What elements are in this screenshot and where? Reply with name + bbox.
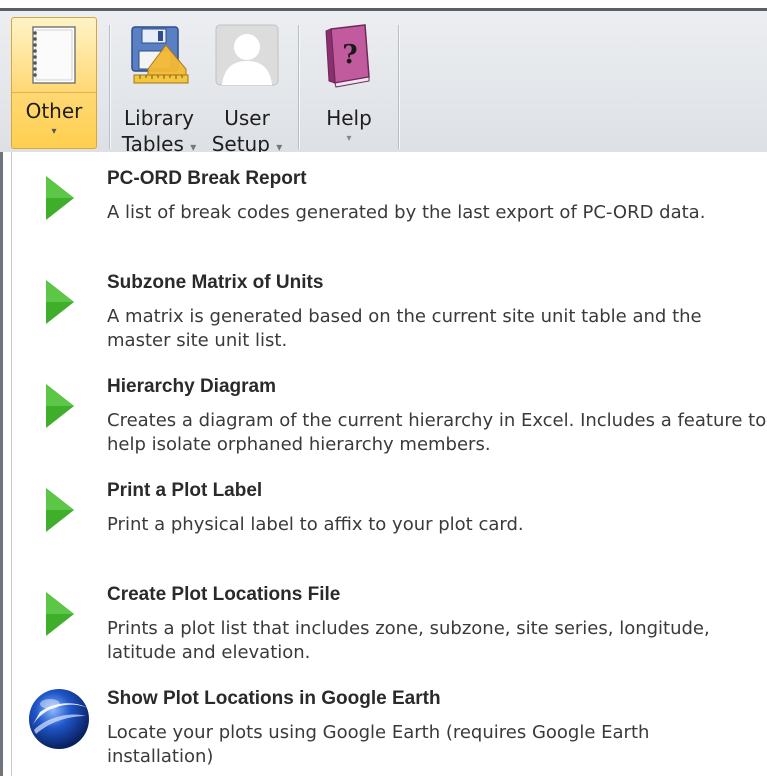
library-tables-label-line1: Library — [124, 106, 194, 130]
other-button[interactable]: Other ▾ — [11, 17, 97, 149]
user-silhouette-icon — [214, 23, 280, 91]
green-play-arrow-icon — [44, 590, 76, 642]
menu-item-title: PC-ORD Break Report — [107, 168, 307, 189]
menu-item-title: Show Plot Locations in Google Earth — [107, 688, 441, 709]
menu-item-title: Print a Plot Label — [107, 480, 263, 501]
menu-item-print-plot-label[interactable]: Print a Plot Label Print a physical labe… — [12, 480, 752, 570]
window-left-edge — [0, 152, 3, 776]
menu-item-create-plot-locations-file[interactable]: Create Plot Locations File Prints a plot… — [12, 584, 752, 674]
ribbon-separator — [298, 25, 299, 149]
menu-item-title: Hierarchy Diagram — [107, 376, 276, 397]
other-label: Other — [25, 99, 83, 123]
menu-item-description: Creates a diagram of the current hierarc… — [107, 410, 767, 455]
google-earth-icon — [26, 686, 92, 756]
green-play-arrow-icon — [44, 174, 76, 226]
green-play-arrow-icon — [44, 486, 76, 538]
menu-item-description: Prints a plot list that includes zone, s… — [107, 618, 710, 663]
menu-item-pc-ord-break-report[interactable]: PC-ORD Break Report A list of break code… — [12, 168, 752, 258]
floppy-ruler-icon — [126, 23, 192, 91]
help-book-icon: ? — [321, 23, 377, 93]
menu-item-hierarchy-diagram[interactable]: Hierarchy Diagram Creates a diagram of t… — [12, 376, 766, 466]
svg-text:?: ? — [342, 40, 357, 70]
menu-item-description: A list of break codes generated by the l… — [107, 202, 706, 223]
green-play-arrow-icon — [44, 382, 76, 434]
menu-item-description: Locate your plots using Google Earth (re… — [107, 722, 650, 767]
user-setup-label-line1: User — [224, 106, 270, 130]
user-setup-button[interactable]: User Setup ▾ — [204, 19, 290, 156]
library-tables-button[interactable]: Library Tables ▾ — [114, 19, 204, 156]
ribbon-separator — [109, 25, 110, 149]
menu-item-description: A matrix is generated based on the curre… — [107, 306, 702, 351]
menu-item-description: Print a physical label to affix to your … — [107, 514, 524, 535]
help-label: Help — [326, 106, 372, 130]
window-top-edge — [0, 0, 767, 8]
menu-item-title: Create Plot Locations File — [107, 584, 341, 605]
ribbon-separator — [398, 25, 399, 149]
help-button[interactable]: ? Help ▾ — [306, 19, 392, 155]
dropdown-menu: PC-ORD Break Report A list of break code… — [11, 152, 767, 776]
chevron-down-icon[interactable]: ▾ — [306, 133, 392, 144]
green-play-arrow-icon — [44, 278, 76, 330]
menu-item-google-earth[interactable]: Show Plot Locations in Google Earth Loca… — [12, 688, 752, 778]
chevron-down-icon[interactable]: ▾ — [12, 126, 96, 137]
notepad-icon — [27, 24, 81, 90]
menu-item-subzone-matrix[interactable]: Subzone Matrix of Units A matrix is gene… — [12, 272, 752, 362]
ribbon-bar: Other ▾ Library Tables ▾ User Setup ▾ ? … — [0, 8, 767, 156]
split-divider — [12, 92, 96, 93]
menu-item-title: Subzone Matrix of Units — [107, 272, 324, 293]
